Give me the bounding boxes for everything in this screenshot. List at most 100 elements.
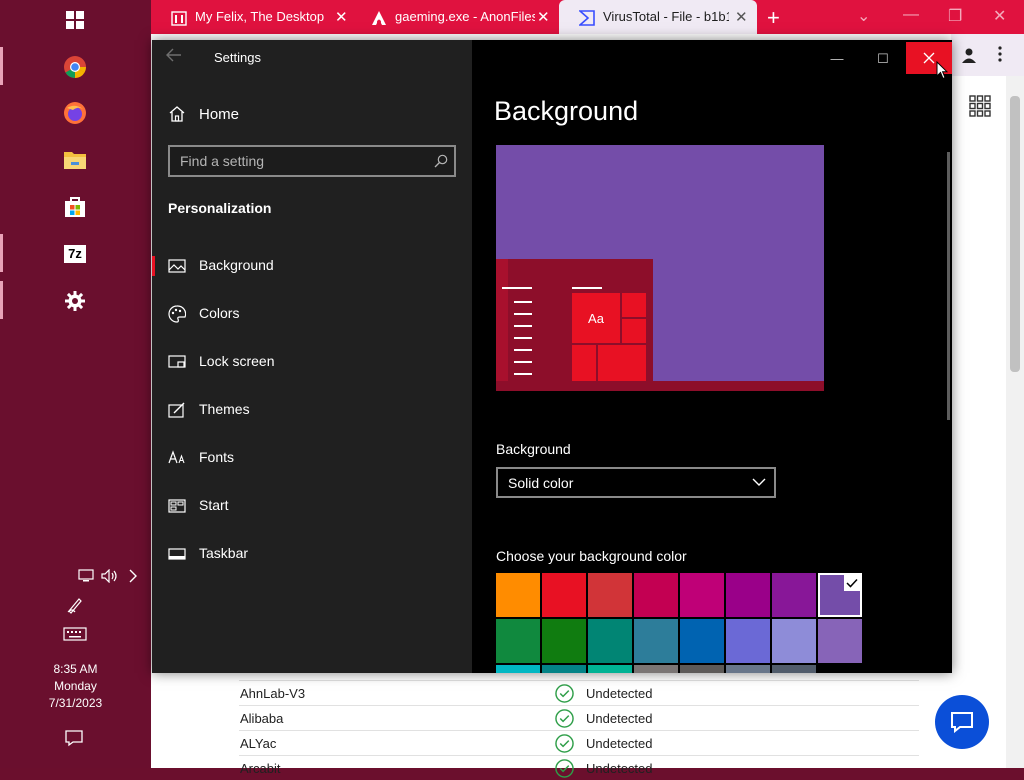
engine-name: ALYac xyxy=(240,736,277,751)
minimize-button[interactable]: — xyxy=(814,46,860,72)
chevron-down-icon xyxy=(752,478,766,486)
nav-item-background[interactable]: Background xyxy=(152,246,472,286)
nav-item-label: Colors xyxy=(199,305,240,321)
color-swatch[interactable] xyxy=(634,573,678,617)
detection-result: Undetected xyxy=(586,736,653,751)
museum-icon xyxy=(171,11,187,26)
browser-minimize-button[interactable]: — xyxy=(903,6,919,24)
color-swatch[interactable] xyxy=(496,573,540,617)
color-swatch[interactable] xyxy=(772,573,816,617)
home-icon xyxy=(169,106,185,122)
detections-table: AhnLab-V3 Undetected Alibaba Undetected … xyxy=(239,680,919,780)
tab-close-icon[interactable]: ✕ xyxy=(735,8,748,26)
running-indicator xyxy=(0,281,3,319)
network-icon[interactable] xyxy=(78,569,94,587)
taskbar-app-7zip[interactable]: 7z xyxy=(55,234,95,274)
nav-item-label: Start xyxy=(199,497,229,513)
menu-dots-icon[interactable] xyxy=(998,46,1002,62)
color-swatch[interactable] xyxy=(680,619,724,663)
volume-icon[interactable] xyxy=(101,568,119,587)
browser-restore-button[interactable]: ❐ xyxy=(948,6,962,26)
color-swatch[interactable] xyxy=(818,573,862,617)
start-button[interactable] xyxy=(55,0,95,40)
clock-date: 7/31/2023 xyxy=(48,696,103,710)
taskbar-app-file-explorer[interactable] xyxy=(55,140,95,180)
virustotal-icon xyxy=(579,10,595,26)
detection-result: Undetected xyxy=(586,686,653,701)
keyboard-icon[interactable] xyxy=(63,627,87,645)
maximize-button[interactable]: ☐ xyxy=(860,46,906,72)
tab-close-icon[interactable]: ✕ xyxy=(335,8,348,26)
new-tab-button[interactable]: + xyxy=(767,5,780,31)
pen-icon[interactable] xyxy=(66,596,84,618)
profile-icon[interactable] xyxy=(961,47,977,63)
chat-button[interactable] xyxy=(935,695,989,749)
store-icon xyxy=(65,197,85,217)
tab-close-icon[interactable]: ✕ xyxy=(537,8,550,26)
preview-taskbar xyxy=(496,381,824,391)
nav-item-lock-screen[interactable]: Lock screen xyxy=(152,342,472,382)
choose-color-label: Choose your background color xyxy=(496,548,687,564)
color-swatch[interactable] xyxy=(588,573,632,617)
browser-tab-felix[interactable]: My Felix, The Desktop Cat ✕ xyxy=(151,0,349,34)
detection-result: Undetected xyxy=(586,711,653,726)
color-swatch[interactable] xyxy=(496,619,540,663)
nav-home[interactable]: Home xyxy=(152,98,472,132)
taskbar: 7z 8:35 AM Monday 7/31/2023 xyxy=(0,0,151,768)
seven-zip-label: 7z xyxy=(68,246,82,261)
color-swatch[interactable] xyxy=(772,619,816,663)
color-swatch[interactable] xyxy=(726,573,770,617)
nav-item-taskbar[interactable]: Taskbar xyxy=(152,534,472,574)
tab-title: gaeming.exe - AnonFiles xyxy=(395,9,535,24)
nav-item-start[interactable]: Start xyxy=(152,486,472,526)
back-button[interactable] xyxy=(166,48,190,68)
color-swatch[interactable] xyxy=(542,619,586,663)
taskbar-app-firefox[interactable] xyxy=(55,93,95,133)
clock[interactable]: 8:35 AM Monday 7/31/2023 xyxy=(0,661,151,712)
running-indicator xyxy=(0,234,3,272)
browser-tab-virustotal[interactable]: VirusTotal - File - b1b1cb ✕ xyxy=(559,0,757,34)
color-swatch[interactable] xyxy=(634,619,678,663)
action-center-button[interactable] xyxy=(64,729,86,749)
color-swatch[interactable] xyxy=(726,619,770,663)
settings-nav-pane: Settings Home Personalization Background… xyxy=(152,40,472,673)
settings-window: Settings Home Personalization Background… xyxy=(152,40,952,673)
color-swatch[interactable] xyxy=(818,619,862,663)
page-scrollbar-thumb[interactable] xyxy=(1010,96,1020,372)
taskbar-app-chrome[interactable] xyxy=(55,47,95,87)
window-title: Settings xyxy=(214,50,261,65)
content-scrollbar[interactable] xyxy=(947,152,950,420)
check-circle-icon xyxy=(555,734,574,753)
fonts-icon xyxy=(168,450,185,464)
browser-close-button[interactable]: ✕ xyxy=(993,6,1006,26)
search-input[interactable] xyxy=(180,153,420,169)
search-icon[interactable] xyxy=(434,154,448,168)
section-title: Personalization xyxy=(168,200,272,216)
taskbar-app-settings[interactable] xyxy=(55,281,95,321)
nav-item-colors[interactable]: Colors xyxy=(152,294,472,334)
page-scrollbar[interactable] xyxy=(1006,76,1024,768)
apps-grid-icon[interactable] xyxy=(969,95,991,117)
chevron-right-icon[interactable] xyxy=(128,568,138,588)
nav-item-fonts[interactable]: Fonts xyxy=(152,438,472,478)
clock-day: Monday xyxy=(54,679,97,693)
tab-strip: My Felix, The Desktop Cat ✕ gaeming.exe … xyxy=(151,0,1024,34)
taskbar-app-store[interactable] xyxy=(55,187,95,227)
table-row: ALYac Undetected xyxy=(239,730,919,755)
color-swatch[interactable] xyxy=(588,619,632,663)
nav-item-themes[interactable]: Themes xyxy=(152,390,472,430)
start-icon xyxy=(168,499,186,513)
clock-time: 8:35 AM xyxy=(53,662,98,676)
taskbar-icon xyxy=(168,548,186,560)
settings-search-box[interactable] xyxy=(168,145,456,177)
browser-tab-anonfiles[interactable]: gaeming.exe - AnonFiles ✕ xyxy=(351,0,557,34)
nav-item-label: Background xyxy=(199,257,274,273)
palette-icon xyxy=(168,305,186,323)
chat-icon xyxy=(951,712,973,733)
color-swatch[interactable] xyxy=(680,573,724,617)
seven-zip-icon: 7z xyxy=(64,245,86,263)
color-swatch[interactable] xyxy=(542,573,586,617)
background-type-dropdown[interactable]: Solid color xyxy=(496,467,776,498)
nav-item-label: Taskbar xyxy=(199,545,249,561)
tab-search-chevron-icon[interactable]: ⌄ xyxy=(857,6,870,26)
